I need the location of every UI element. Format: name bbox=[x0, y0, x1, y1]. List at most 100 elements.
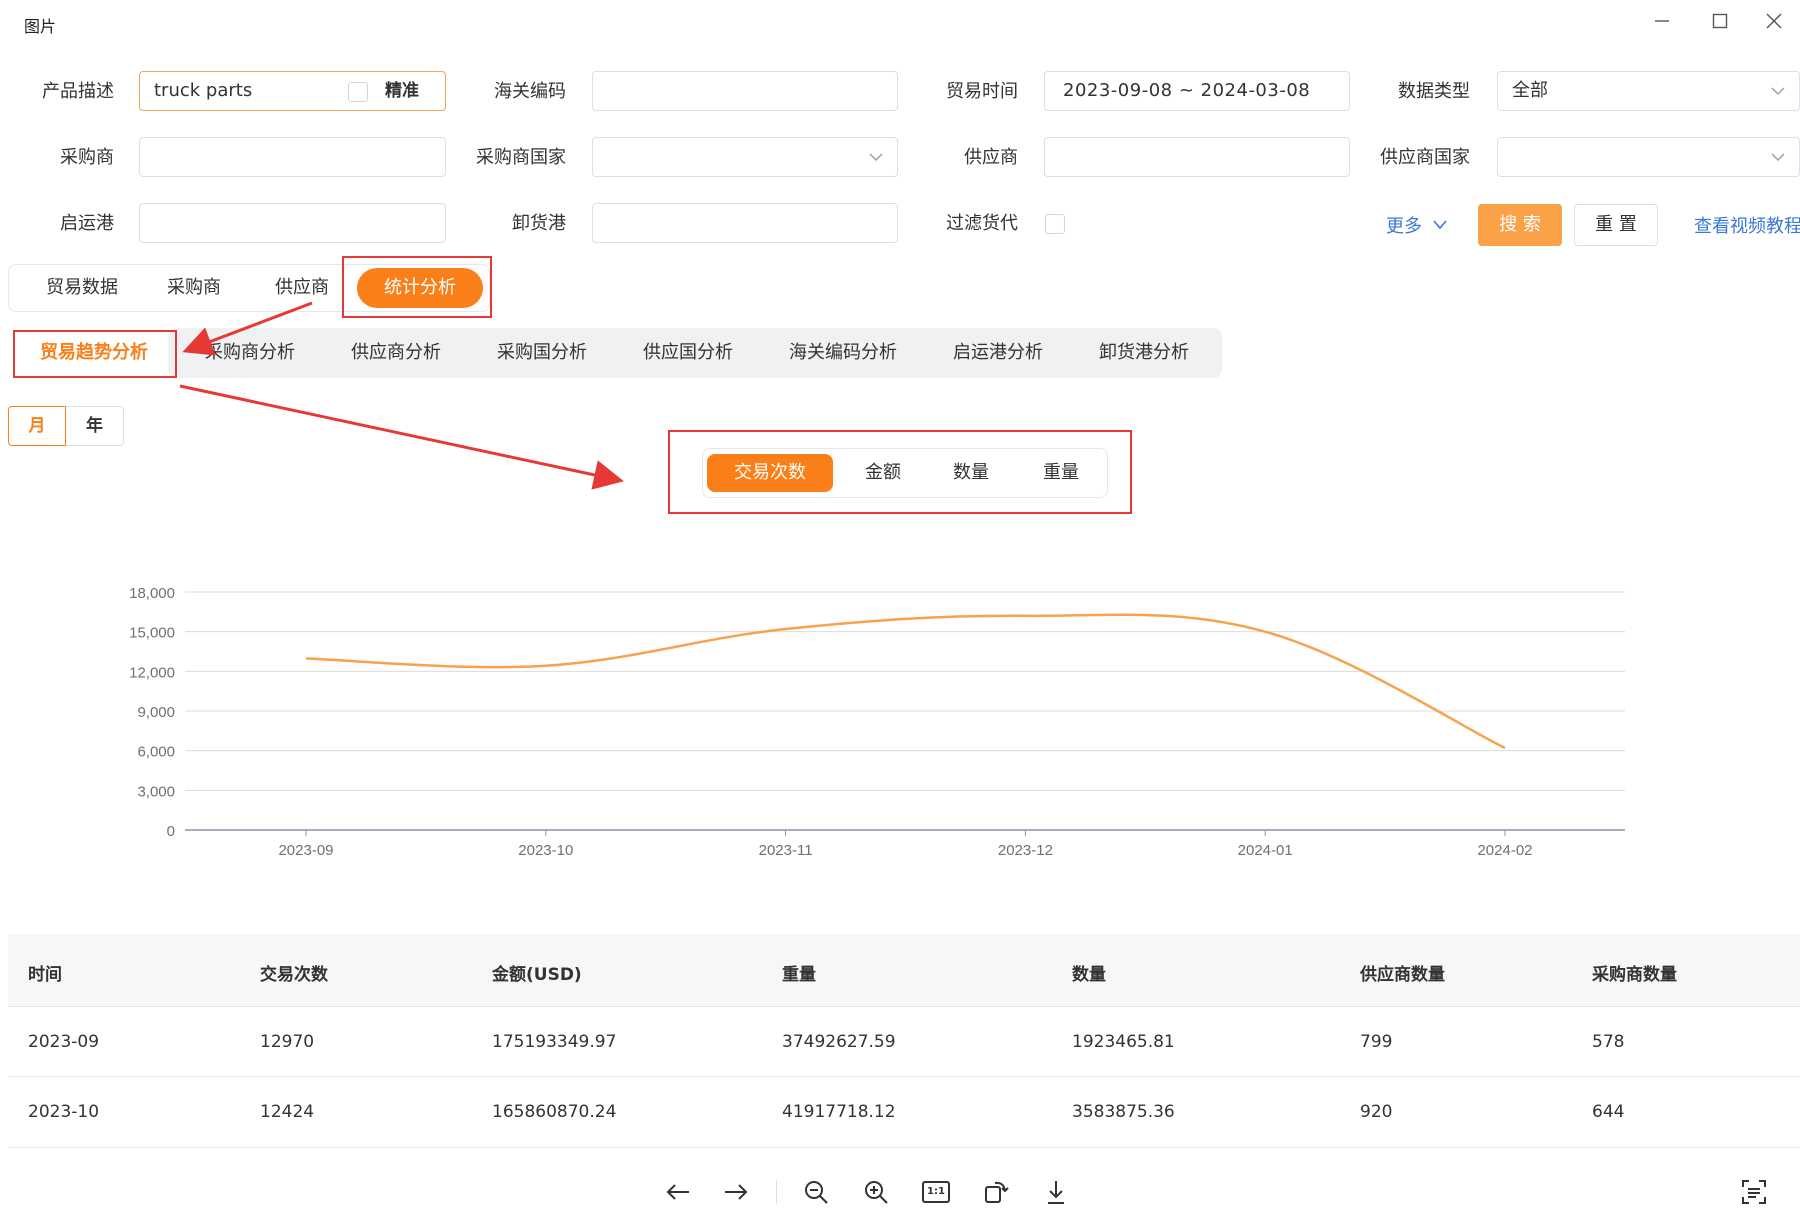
period-year[interactable]: 年 bbox=[66, 406, 124, 446]
cell: 1923465.81 bbox=[1072, 1032, 1175, 1052]
subtab-supplier-country[interactable]: 供应国分析 bbox=[643, 340, 733, 366]
origin-port-label: 启运港 bbox=[60, 213, 114, 234]
x-tick-label: 2023-10 bbox=[518, 842, 573, 859]
cell: 175193349.97 bbox=[492, 1032, 617, 1052]
window-titlebar: 图片 bbox=[0, 0, 1800, 46]
origin-port-input[interactable] bbox=[139, 203, 446, 243]
more-filters-toggle[interactable]: 更多 bbox=[1386, 212, 1449, 238]
subtab-buyer-country[interactable]: 采购国分析 bbox=[497, 340, 587, 366]
actual-size-icon[interactable]: 1:1 bbox=[920, 1176, 952, 1208]
x-tick-label: 2023-12 bbox=[998, 842, 1053, 859]
hs-code-label: 海关编码 bbox=[494, 81, 566, 102]
exact-label: 精准 bbox=[385, 81, 419, 101]
hs-code-input[interactable] bbox=[592, 71, 898, 111]
supplier-input[interactable] bbox=[1044, 137, 1350, 177]
dest-port-label: 卸货港 bbox=[512, 213, 566, 234]
close-button[interactable] bbox=[1754, 6, 1794, 36]
product-desc-label: 产品描述 bbox=[42, 81, 114, 102]
zoom-in-icon[interactable] bbox=[860, 1176, 892, 1208]
download-icon[interactable] bbox=[1040, 1176, 1072, 1208]
period-month[interactable]: 月 bbox=[8, 406, 66, 446]
arrow-right-icon[interactable] bbox=[720, 1176, 752, 1208]
search-button[interactable]: 搜 索 bbox=[1478, 204, 1562, 246]
arrow-left-icon[interactable] bbox=[662, 1176, 694, 1208]
subtab-dest-port[interactable]: 卸货港分析 bbox=[1099, 340, 1189, 366]
annotation-arrow-to-metrics bbox=[179, 384, 624, 490]
data-type-select[interactable]: 全部 bbox=[1497, 71, 1800, 111]
data-type-label: 数据类型 bbox=[1398, 81, 1470, 102]
rotate-icon[interactable] bbox=[980, 1176, 1012, 1208]
x-tick-label: 2023-11 bbox=[759, 842, 813, 859]
cell: 799 bbox=[1360, 1032, 1393, 1052]
product-desc-value: truck parts bbox=[154, 80, 253, 101]
y-tick-label: 0 bbox=[167, 823, 175, 840]
cell: 41917718.12 bbox=[782, 1102, 896, 1122]
table-row: 2023-10 12424 165860870.24 41917718.12 3… bbox=[8, 1076, 1800, 1148]
trend-line-chart: 0 3,000 6,000 9,000 12,000 15,000 18,000 2023-0… bbox=[129, 585, 1625, 859]
col-time: 时间 bbox=[28, 965, 62, 985]
dest-port-input[interactable] bbox=[592, 203, 898, 243]
y-tick-label: 6,000 bbox=[137, 744, 175, 761]
minimize-button[interactable] bbox=[1642, 6, 1682, 36]
table-header: 时间 交易次数 金额(USD) 重量 数量 供应商数量 采购商数量 bbox=[8, 934, 1800, 1006]
annotation-box-trade-trend bbox=[13, 330, 177, 378]
cell: 2023-10 bbox=[28, 1102, 100, 1122]
tab-buyers[interactable]: 采购商 bbox=[149, 268, 239, 308]
video-tutorial-link[interactable]: 查看视频教程 bbox=[1694, 212, 1800, 238]
cell: 578 bbox=[1592, 1032, 1625, 1052]
cell: 12424 bbox=[260, 1102, 315, 1122]
buyer-country-select[interactable] bbox=[592, 137, 898, 177]
buyer-input[interactable] bbox=[139, 137, 446, 177]
image-viewer-toolbar bbox=[0, 1150, 1800, 1228]
supplier-country-select[interactable] bbox=[1497, 137, 1800, 177]
exact-checkbox[interactable] bbox=[348, 82, 368, 102]
col-supplier-count: 供应商数量 bbox=[1360, 965, 1445, 985]
filter-forwarder-label: 过滤货代 bbox=[946, 213, 1018, 234]
filter-forwarder-checkbox[interactable] bbox=[1045, 214, 1065, 234]
cell: 2023-09 bbox=[28, 1032, 100, 1052]
zoom-out-icon[interactable] bbox=[800, 1176, 832, 1208]
annotation-box-statistics bbox=[342, 256, 492, 318]
y-tick-label: 9,000 bbox=[137, 704, 175, 721]
subtab-hs-code[interactable]: 海关编码分析 bbox=[789, 340, 897, 366]
col-quantity: 数量 bbox=[1072, 965, 1106, 985]
trade-time-range[interactable]: 2023-09-08 ~ 2024-03-08 bbox=[1044, 71, 1350, 111]
cell: 37492627.59 bbox=[782, 1032, 896, 1052]
minimize-icon bbox=[1655, 20, 1669, 22]
buyer-country-label: 采购商国家 bbox=[476, 147, 566, 168]
subtab-origin-port[interactable]: 启运港分析 bbox=[953, 340, 1043, 366]
maximize-icon bbox=[1712, 13, 1728, 29]
ocr-icon[interactable] bbox=[1738, 1176, 1770, 1208]
chevron-down-icon bbox=[869, 153, 883, 162]
col-weight: 重量 bbox=[782, 965, 816, 985]
product-desc-input[interactable]: truck parts 精准 bbox=[139, 71, 446, 111]
cell: 920 bbox=[1360, 1102, 1393, 1122]
subtab-buyer-analysis[interactable]: 采购商分析 bbox=[205, 340, 295, 366]
y-tick-label: 15,000 bbox=[129, 625, 175, 642]
actual-size-text: 1:1 bbox=[922, 1181, 950, 1203]
y-tick-label: 12,000 bbox=[129, 664, 175, 681]
tab-trade-data[interactable]: 贸易数据 bbox=[27, 268, 137, 308]
cell: 3583875.36 bbox=[1072, 1102, 1175, 1122]
table-row: 2023-09 12970 175193349.97 37492627.59 1… bbox=[8, 1006, 1800, 1077]
window-title: 图片 bbox=[24, 17, 57, 36]
tab-suppliers[interactable]: 供应商 bbox=[257, 268, 347, 308]
y-tick-label: 18,000 bbox=[129, 585, 175, 602]
maximize-button[interactable] bbox=[1700, 6, 1740, 36]
chevron-down-icon bbox=[1433, 220, 1447, 230]
x-tick-label: 2024-02 bbox=[1477, 842, 1532, 859]
x-tick-label: 2023-09 bbox=[278, 842, 333, 859]
reset-button[interactable]: 重 置 bbox=[1574, 204, 1658, 246]
annotation-box-metrics bbox=[668, 430, 1132, 514]
supplier-label: 供应商 bbox=[964, 147, 1018, 168]
more-filters-label: 更多 bbox=[1386, 216, 1422, 237]
chevron-down-icon bbox=[1771, 153, 1785, 162]
col-buyer-count: 采购商数量 bbox=[1592, 965, 1677, 985]
col-amount: 金额(USD) bbox=[492, 965, 582, 985]
subtab-supplier-analysis[interactable]: 供应商分析 bbox=[351, 340, 441, 366]
x-tick-label: 2024-01 bbox=[1238, 842, 1293, 859]
buyer-label: 采购商 bbox=[60, 147, 114, 168]
series-line bbox=[305, 613, 1506, 750]
cell: 165860870.24 bbox=[492, 1102, 617, 1122]
y-tick-label: 3,000 bbox=[137, 783, 175, 800]
